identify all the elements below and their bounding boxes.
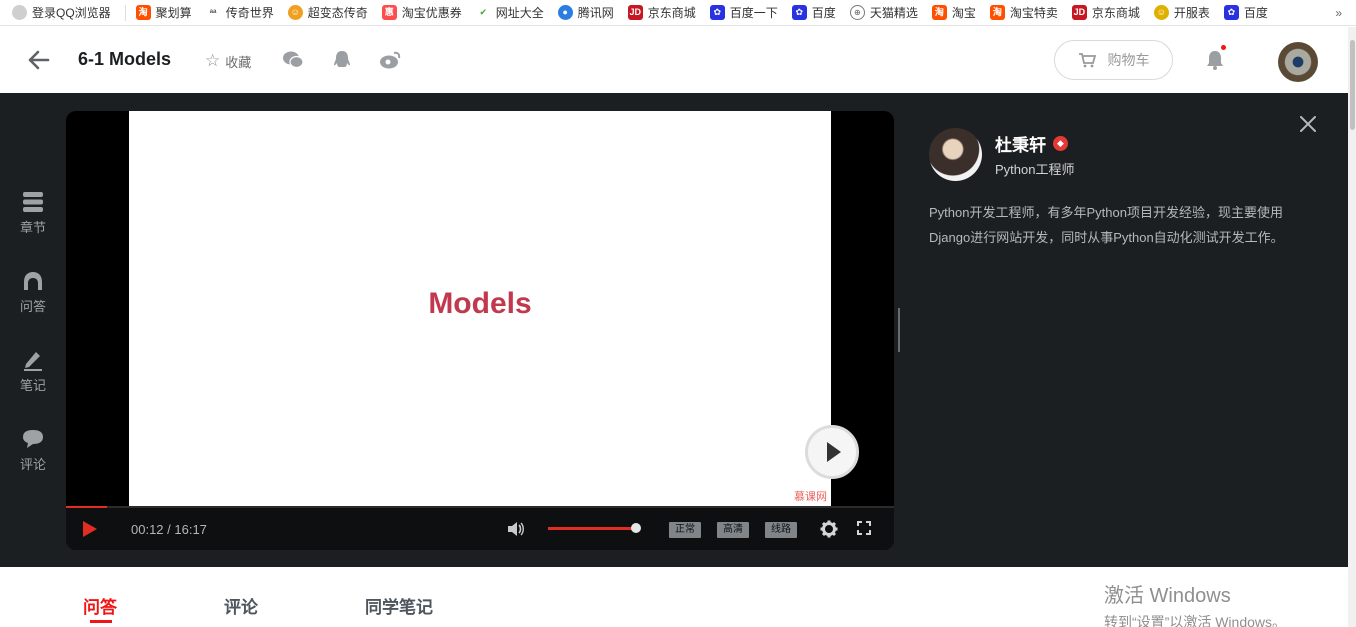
- activation-hint: 转到“设置”以激活 Windows。: [1104, 614, 1287, 627]
- star-icon: ☆: [205, 51, 221, 70]
- tab-classmate-notes[interactable]: 同学笔记: [365, 593, 433, 618]
- bookmark-item[interactable]: ᵃᵃ 传奇世界: [205, 4, 274, 21]
- page-title: 6-1 Models: [78, 49, 172, 69]
- settings-gear-icon[interactable]: [820, 520, 838, 543]
- jd-icon: JD: [627, 5, 643, 20]
- bookmark-item[interactable]: 淘聚划算: [135, 4, 192, 21]
- bookmark-item[interactable]: 淘淘宝特卖: [989, 4, 1058, 21]
- cart-button[interactable]: 购物车: [1054, 40, 1173, 80]
- volume-icon[interactable]: [507, 521, 525, 542]
- baidu-icon: ✿: [791, 5, 807, 20]
- time-display: 00:12 / 16:17: [131, 522, 207, 537]
- user-icon: [12, 5, 27, 20]
- active-tab-indicator: [90, 620, 112, 623]
- tab-comments[interactable]: 评论: [224, 593, 258, 618]
- bookmark-item[interactable]: ✿ 百度一下: [709, 4, 778, 21]
- volume-slider-handle[interactable]: [631, 523, 641, 533]
- smile-icon: ☺: [1153, 5, 1169, 20]
- weibo-share-icon[interactable]: [379, 49, 401, 71]
- teacher-badge-icon: ◆: [1053, 136, 1068, 151]
- bookmark-item[interactable]: JD 京东商城: [1071, 4, 1140, 21]
- sidenav-comments[interactable]: 评论: [0, 428, 66, 473]
- taobao-icon: 淘: [931, 5, 947, 20]
- teacher-description: Python开发工程师，有多年Python项目开发经验，现主要使用Django进…: [929, 205, 1284, 245]
- big-play-button[interactable]: [805, 425, 859, 479]
- windows-activation-watermark: 激活 Windows 转到“设置”以激活 Windows。: [1104, 579, 1286, 627]
- coupon-icon: 惠: [381, 5, 397, 20]
- user-avatar[interactable]: [1278, 42, 1318, 82]
- fullscreen-icon[interactable]: [857, 521, 871, 540]
- bookmark-item[interactable]: 惠淘宝优惠券: [381, 4, 462, 21]
- game-icon: ᵃᵃ: [205, 5, 221, 20]
- content-tabs: 问答 评论 同学笔记 激活 Windows 转到“设置”以激活 Windows。: [0, 567, 1348, 627]
- teacher-avatar[interactable]: [929, 128, 982, 181]
- taobao-icon: 淘: [989, 5, 1005, 20]
- cart-icon: [1078, 53, 1096, 68]
- bookmarks-bar: 登录QQ浏览器 淘聚划算 ᵃᵃ 传奇世界 ☺ 超变态传奇 惠淘宝优惠券 ✔ 网址大全 …: [0, 0, 1356, 26]
- baidu-icon: ✿: [1223, 5, 1239, 20]
- play-icon: [827, 442, 841, 462]
- slide-title: Models: [428, 287, 532, 320]
- quality-hd-button[interactable]: 高清: [717, 522, 749, 538]
- quality-normal-button[interactable]: 正常: [669, 522, 701, 538]
- qa-icon: [24, 272, 42, 290]
- teacher-role: Python工程师: [995, 162, 1075, 177]
- sidenav-qa[interactable]: 问答: [0, 270, 66, 315]
- bookmark-item[interactable]: ⊕ 天猫精选: [849, 4, 918, 21]
- bookmark-item[interactable]: ● 腾讯网: [557, 4, 614, 21]
- play-button[interactable]: [82, 520, 98, 543]
- notification-dot: [1221, 45, 1226, 50]
- teacher-name[interactable]: 杜秉轩 ◆: [995, 131, 1068, 156]
- hao123-icon: ✔: [475, 5, 491, 20]
- notification-bell-icon[interactable]: [1205, 49, 1225, 76]
- close-icon[interactable]: [1299, 115, 1317, 138]
- bookmark-separator: [124, 4, 126, 21]
- bookmark-item[interactable]: ☺ 开服表: [1153, 4, 1210, 21]
- video-watermark: 慕课网: [794, 491, 827, 503]
- back-arrow-icon[interactable]: [26, 49, 50, 71]
- bookmark-item[interactable]: ✿ 百度: [1223, 4, 1268, 21]
- tencent-icon: ●: [557, 5, 573, 20]
- scrollbar-thumb[interactable]: [1350, 40, 1355, 130]
- video-frame: Models 慕课网: [129, 111, 831, 506]
- favorite-button[interactable]: ☆ 收藏: [205, 51, 251, 71]
- page-header: 6-1 Models ☆ 收藏 购物车: [0, 27, 1348, 93]
- wechat-share-icon[interactable]: [282, 49, 304, 71]
- bookmark-item[interactable]: JD 京东商城: [627, 4, 696, 21]
- bookmarks-more-button[interactable]: »: [1335, 6, 1342, 20]
- bookmark-item[interactable]: 淘淘宝: [931, 4, 976, 21]
- chapters-icon: [23, 192, 43, 212]
- sidenav-notes[interactable]: 笔记: [0, 349, 66, 394]
- jd-icon: JD: [1071, 5, 1087, 20]
- video-section: 章节 问答 笔记 评论 Models 慕课网 00:12 / 16:17 正常 …: [0, 93, 1348, 567]
- taobao-icon: 淘: [135, 5, 151, 20]
- comment-icon: [23, 430, 43, 448]
- smile-icon: ☺: [287, 5, 303, 20]
- bookmark-item[interactable]: 登录QQ浏览器: [12, 4, 111, 21]
- qq-share-icon[interactable]: [331, 49, 353, 71]
- activation-title: 激活 Windows: [1104, 585, 1231, 607]
- bookmark-item[interactable]: ✿ 百度: [791, 4, 836, 21]
- volume-slider[interactable]: [548, 527, 636, 530]
- baidu-icon: ✿: [709, 5, 725, 20]
- play-icon: [83, 521, 97, 537]
- tab-qa[interactable]: 问答: [83, 593, 117, 618]
- panel-resize-handle[interactable]: [898, 308, 900, 352]
- globe-icon: ⊕: [849, 5, 865, 20]
- video-player[interactable]: Models 慕课网 00:12 / 16:17 正常 高清 线路: [66, 111, 894, 550]
- sidenav-chapters[interactable]: 章节: [0, 191, 66, 236]
- player-controls: 00:12 / 16:17 正常 高清 线路: [66, 508, 894, 550]
- note-icon: [24, 352, 42, 371]
- bookmark-item[interactable]: ✔ 网址大全: [475, 4, 544, 21]
- route-button[interactable]: 线路: [765, 522, 797, 538]
- bookmark-item[interactable]: ☺ 超变态传奇: [287, 4, 368, 21]
